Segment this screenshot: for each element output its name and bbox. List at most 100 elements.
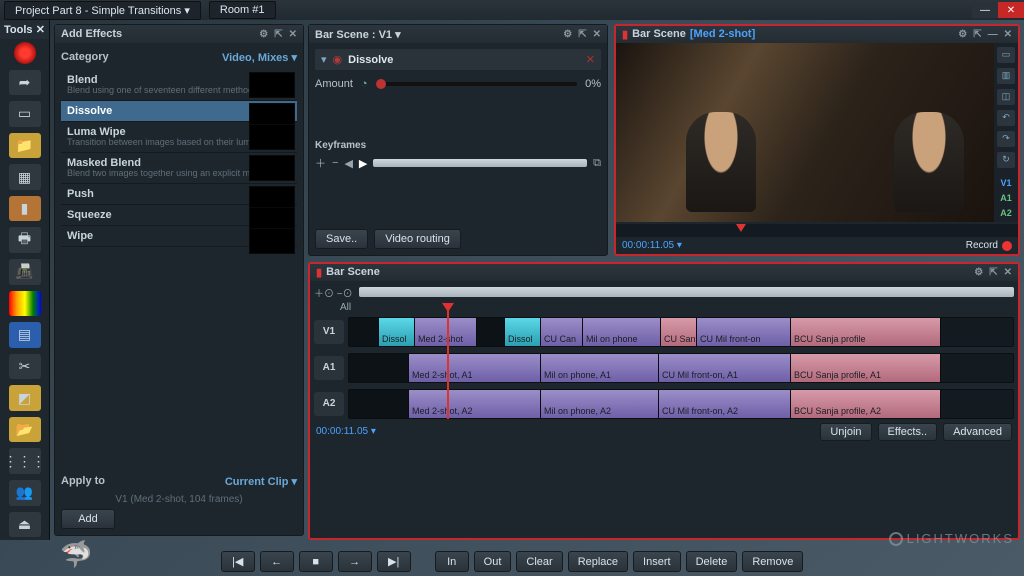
prev-button[interactable]: ← bbox=[260, 551, 294, 572]
track-btn-a2[interactable]: A2 bbox=[1000, 208, 1012, 218]
panel-close-icon[interactable]: ✕ bbox=[593, 29, 601, 40]
video-routing-button[interactable]: Video routing bbox=[374, 229, 461, 249]
stop-button[interactable]: ■ bbox=[299, 551, 333, 572]
import-tool-icon[interactable]: ➦ bbox=[9, 70, 41, 96]
insert-button[interactable]: Insert bbox=[633, 551, 681, 572]
tag-tool-icon[interactable]: ◩ bbox=[9, 385, 41, 411]
playhead[interactable] bbox=[447, 305, 449, 419]
clip[interactable]: CU Mil front-on, A1 bbox=[659, 354, 791, 382]
effect-item-dissolve[interactable]: Dissolve bbox=[61, 101, 297, 122]
clip[interactable]: Med 2-shot bbox=[415, 318, 477, 346]
print-tool-icon[interactable]: 🖶 bbox=[9, 227, 41, 253]
keyframe-toggle-icon[interactable]: ◔ bbox=[361, 78, 368, 90]
minimize-icon[interactable]: — bbox=[988, 29, 998, 40]
gear-icon[interactable]: ⚙ bbox=[259, 29, 268, 40]
clip[interactable]: Mil on phone, A2 bbox=[541, 390, 659, 418]
record-button[interactable]: Record bbox=[966, 240, 1012, 251]
clip[interactable]: CU Can bbox=[541, 318, 583, 346]
pin-icon[interactable]: ⇱ bbox=[989, 267, 997, 278]
apply-to-row[interactable]: Apply to Current Clip ▾ bbox=[61, 473, 297, 490]
panel-close-icon[interactable]: ✕ bbox=[289, 29, 297, 40]
layers-icon[interactable]: ▥ bbox=[997, 68, 1015, 84]
track-btn-a1[interactable]: A1 bbox=[1000, 193, 1012, 203]
track-label-v1[interactable]: V1 bbox=[314, 320, 344, 344]
tools-close-icon[interactable]: ✕ bbox=[36, 23, 45, 36]
remove-effect-icon[interactable]: ✕ bbox=[586, 53, 595, 66]
kf-add-icon[interactable]: ＋ bbox=[315, 155, 326, 171]
gear-icon[interactable]: ⚙ bbox=[563, 29, 572, 40]
keypad-tool-icon[interactable]: ⋮⋮⋮ bbox=[9, 448, 41, 474]
remove-button[interactable]: Remove bbox=[742, 551, 803, 572]
minimize-button[interactable]: — bbox=[972, 2, 998, 18]
effect-item-masked-blend[interactable]: Masked BlendBlend two images together us… bbox=[61, 153, 297, 184]
clip[interactable]: Mil on phone, A1 bbox=[541, 354, 659, 382]
viewer-timecode[interactable]: 00:00:11.05 ▾ bbox=[622, 240, 682, 251]
clip[interactable]: Mil on phone bbox=[583, 318, 661, 346]
cut-tool-icon[interactable]: ✂ bbox=[9, 354, 41, 380]
users-tool-icon[interactable]: 👥 bbox=[9, 480, 41, 506]
kf-graph-icon[interactable]: ⧉ bbox=[593, 157, 601, 170]
kf-prev-icon[interactable]: ◀ bbox=[344, 157, 352, 170]
pin-icon[interactable]: ⇱ bbox=[973, 29, 981, 40]
exit-tool-icon[interactable]: ⏏ bbox=[9, 512, 41, 538]
clip[interactable]: Med 2-shot, A1 bbox=[409, 354, 541, 382]
clip[interactable]: BCU Sanja profile, A2 bbox=[791, 390, 941, 418]
clip[interactable]: CU Mil front-on bbox=[697, 318, 791, 346]
toggle-icon[interactable]: ◉ bbox=[333, 53, 343, 66]
viewer-image[interactable] bbox=[616, 43, 994, 222]
pin-icon[interactable]: ⇱ bbox=[274, 29, 282, 40]
clear-button[interactable]: Clear bbox=[516, 551, 562, 572]
clip[interactable] bbox=[349, 354, 409, 382]
export-tool-icon[interactable]: 📠 bbox=[9, 259, 41, 285]
clip[interactable]: BCU Sanja profile, A1 bbox=[791, 354, 941, 382]
gear-icon[interactable]: ⚙ bbox=[974, 267, 983, 278]
all-tracks-label[interactable]: All bbox=[314, 300, 1014, 317]
film-tool-icon[interactable]: ▭ bbox=[9, 101, 41, 127]
save-button[interactable]: Save.. bbox=[315, 229, 368, 249]
track-label-a2[interactable]: A2 bbox=[314, 392, 344, 416]
panel-close-icon[interactable]: ✕ bbox=[1004, 267, 1012, 278]
colorbars-tool-icon[interactable] bbox=[9, 291, 41, 317]
loop-icon[interactable]: ↻ bbox=[997, 152, 1015, 168]
redo-icon[interactable]: ↷ bbox=[997, 131, 1015, 147]
last-button[interactable]: ▶| bbox=[377, 551, 411, 572]
category-row[interactable]: Category Video, Mixes ▾ bbox=[61, 49, 297, 70]
timeline-ruler[interactable] bbox=[359, 287, 1014, 297]
clip[interactable]: CU Mil front-on, A2 bbox=[659, 390, 791, 418]
clip[interactable]: BCU Sanja profile bbox=[791, 318, 941, 346]
zoom-controls[interactable]: ＋⊙ −⊙ bbox=[314, 285, 353, 300]
panel-close-icon[interactable]: ✕ bbox=[1004, 29, 1012, 40]
calc-tool-icon[interactable]: ▤ bbox=[9, 322, 41, 348]
in-button[interactable]: In bbox=[435, 551, 469, 572]
folder-icon[interactable]: ▭ bbox=[997, 47, 1015, 63]
first-button[interactable]: |◀ bbox=[221, 551, 255, 572]
kf-play-icon[interactable]: ▶ bbox=[359, 157, 367, 170]
effect-item-blend[interactable]: BlendBlend using one of seventeen differ… bbox=[61, 70, 297, 101]
apply-to-value[interactable]: Current Clip ▾ bbox=[225, 475, 297, 488]
effect-item-push[interactable]: Push bbox=[61, 184, 297, 205]
project-menu[interactable]: Project Part 8 - Simple Transitions ▾ bbox=[4, 1, 201, 20]
effect-item-wipe[interactable]: Wipe bbox=[61, 226, 297, 247]
clip[interactable]: CU San bbox=[661, 318, 697, 346]
out-button[interactable]: Out bbox=[474, 551, 512, 572]
pin-icon[interactable]: ⇱ bbox=[578, 29, 586, 40]
track-btn-v1[interactable]: V1 bbox=[1000, 178, 1011, 188]
effect-instance-row[interactable]: ▾ ◉ Dissolve ✕ bbox=[315, 49, 601, 70]
kf-remove-icon[interactable]: − bbox=[332, 157, 338, 169]
undo-icon[interactable]: ↶ bbox=[997, 110, 1015, 126]
track-label-a1[interactable]: A1 bbox=[314, 356, 344, 380]
delete-button[interactable]: Delete bbox=[686, 551, 738, 572]
keyframe-bar[interactable] bbox=[373, 159, 587, 167]
chevron-down-icon[interactable]: ▾ bbox=[321, 53, 327, 66]
clip[interactable]: Med 2-shot, A2 bbox=[409, 390, 541, 418]
open-tool-icon[interactable]: 📂 bbox=[9, 417, 41, 443]
gear-icon[interactable]: ⚙ bbox=[958, 29, 967, 40]
close-button[interactable]: ✕ bbox=[998, 2, 1024, 18]
folder-tool-icon[interactable]: 📁 bbox=[9, 133, 41, 159]
palette-tool-icon[interactable]: ▮ bbox=[9, 196, 41, 222]
clip[interactable]: Dissol bbox=[505, 318, 541, 346]
category-value[interactable]: Video, Mixes ▾ bbox=[222, 51, 297, 64]
effects-button[interactable]: Effects.. bbox=[878, 423, 938, 441]
amount-slider[interactable] bbox=[376, 82, 578, 86]
effect-item-luma-wipe[interactable]: Luma WipeTransition between images based… bbox=[61, 122, 297, 153]
